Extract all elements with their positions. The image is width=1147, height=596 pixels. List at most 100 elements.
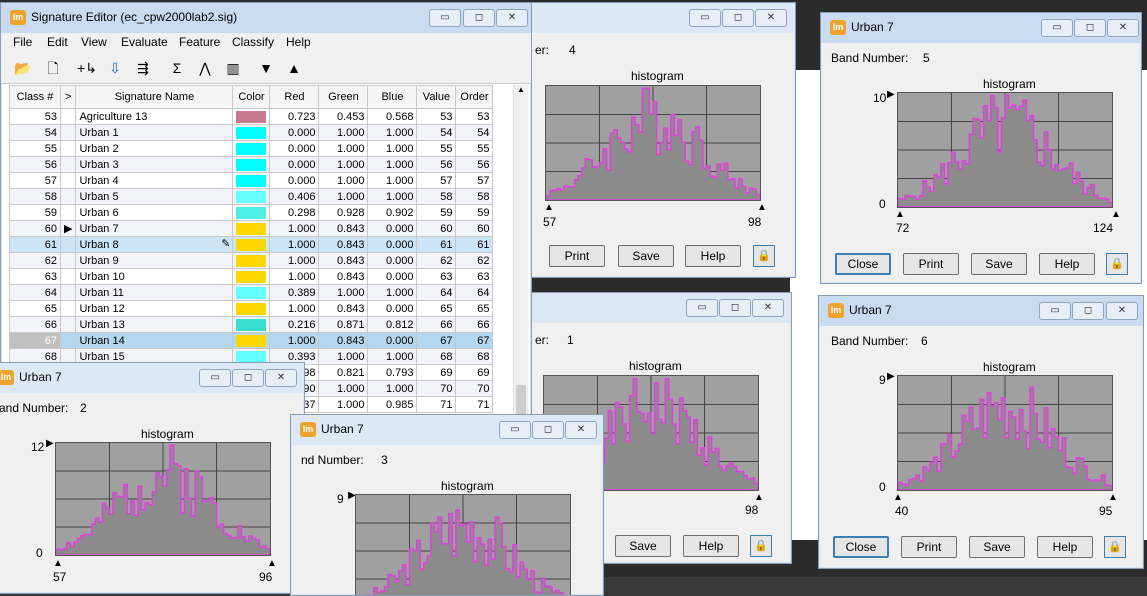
column-header[interactable]: Signature Name: [75, 85, 234, 109]
column-header[interactable]: Red: [269, 85, 320, 109]
blue-cell[interactable]: 0.000: [367, 332, 418, 349]
value-cell[interactable]: 53: [416, 108, 457, 125]
order-cell[interactable]: 59: [455, 204, 494, 221]
green-cell[interactable]: 1.000: [318, 172, 369, 189]
signature-name-cell[interactable]: Urban 13: [75, 316, 234, 333]
class-number-cell[interactable]: 56: [9, 156, 61, 173]
red-cell[interactable]: 0.000: [269, 172, 320, 189]
table-row[interactable]: 67 Urban 14 1.000 0.843 0.000 67 67: [9, 332, 494, 349]
color-swatch[interactable]: [236, 286, 267, 299]
order-cell[interactable]: 56: [455, 156, 494, 173]
lock-icon[interactable]: 🔒: [753, 245, 775, 267]
blue-cell[interactable]: 0.000: [367, 300, 418, 317]
table-row[interactable]: 59 Urban 6 0.298 0.928 0.902 59 59: [9, 204, 494, 221]
signature-name-cell[interactable]: Urban 5: [75, 188, 234, 205]
close-button[interactable]: Close: [835, 253, 891, 275]
row-marker-cell[interactable]: ▶: [59, 220, 77, 237]
red-cell[interactable]: 1.000: [269, 252, 320, 269]
scroll-up-arrow[interactable]: ▲: [514, 85, 528, 94]
signature-name-cell[interactable]: Agriculture 13: [75, 108, 234, 125]
green-cell[interactable]: 1.000: [318, 140, 369, 157]
merge-signatures-icon[interactable]: ⇶: [133, 59, 153, 77]
blue-cell[interactable]: 1.000: [367, 124, 418, 141]
red-cell[interactable]: 0.389: [269, 284, 320, 301]
color-cell[interactable]: [232, 284, 271, 301]
order-cell[interactable]: 62: [455, 252, 494, 269]
class-number-cell[interactable]: 66: [9, 316, 61, 333]
blue-cell[interactable]: 1.000: [367, 172, 418, 189]
red-cell[interactable]: 1.000: [269, 236, 320, 253]
column-header[interactable]: Order: [455, 85, 494, 109]
row-marker-cell[interactable]: [59, 204, 77, 221]
value-cell[interactable]: 57: [416, 172, 457, 189]
column-header[interactable]: Blue: [367, 85, 418, 109]
signature-name-cell[interactable]: Urban 11: [75, 284, 234, 301]
column-header[interactable]: >: [59, 85, 77, 109]
red-cell[interactable]: 0.216: [269, 316, 320, 333]
green-cell[interactable]: 0.871: [318, 316, 369, 333]
blue-cell[interactable]: 0.812: [367, 316, 418, 333]
maximize-button[interactable]: ◻: [719, 299, 751, 317]
blue-cell[interactable]: 1.000: [367, 140, 418, 157]
order-cell[interactable]: 57: [455, 172, 494, 189]
class-number-cell[interactable]: 61: [9, 236, 61, 253]
signature-name-cell[interactable]: Urban 7: [75, 220, 234, 237]
save-button[interactable]: Save: [615, 535, 671, 557]
table-row[interactable]: 53 Agriculture 13 0.723 0.453 0.568 53 53: [9, 108, 494, 125]
value-cell[interactable]: 61: [416, 236, 457, 253]
maximize-button[interactable]: ◻: [232, 369, 264, 387]
blue-cell[interactable]: 1.000: [367, 188, 418, 205]
print-button[interactable]: Print: [903, 253, 959, 275]
green-cell[interactable]: 0.928: [318, 204, 369, 221]
table-row[interactable]: 57 Urban 4 0.000 1.000 1.000 57 57: [9, 172, 494, 189]
class-number-cell[interactable]: 65: [9, 300, 61, 317]
close-window-button[interactable]: ✕: [496, 9, 528, 27]
color-cell[interactable]: [232, 332, 271, 349]
green-cell[interactable]: 1.000: [318, 284, 369, 301]
blue-cell[interactable]: 0.985: [367, 396, 418, 413]
green-cell[interactable]: 1.000: [318, 396, 369, 413]
color-cell[interactable]: [232, 188, 271, 205]
value-cell[interactable]: 60: [416, 220, 457, 237]
blue-cell[interactable]: 1.000: [367, 284, 418, 301]
color-swatch[interactable]: [236, 350, 267, 363]
class-number-cell[interactable]: 63: [9, 268, 61, 285]
class-number-cell[interactable]: 53: [9, 108, 61, 125]
close-window-button[interactable]: ✕: [752, 299, 784, 317]
green-cell[interactable]: 0.843: [318, 332, 369, 349]
order-cell[interactable]: 65: [455, 300, 494, 317]
menu-classify[interactable]: Classify: [232, 35, 274, 49]
color-cell[interactable]: [232, 124, 271, 141]
value-cell[interactable]: 54: [416, 124, 457, 141]
green-cell[interactable]: 1.000: [318, 156, 369, 173]
menu-help[interactable]: Help: [286, 35, 311, 49]
blue-cell[interactable]: 0.568: [367, 108, 418, 125]
color-swatch[interactable]: [236, 318, 267, 331]
value-cell[interactable]: 69: [416, 364, 457, 381]
order-cell[interactable]: 63: [455, 268, 494, 285]
red-cell[interactable]: 0.000: [269, 124, 320, 141]
red-cell[interactable]: 0.000: [269, 140, 320, 157]
column-header[interactable]: Green: [318, 85, 369, 109]
help-button[interactable]: Help: [683, 535, 739, 557]
color-cell[interactable]: [232, 156, 271, 173]
red-cell[interactable]: 0.406: [269, 188, 320, 205]
signature-name-cell[interactable]: Urban 3: [75, 156, 234, 173]
class-number-cell[interactable]: 57: [9, 172, 61, 189]
green-cell[interactable]: 1.000: [318, 348, 369, 365]
value-cell[interactable]: 70: [416, 380, 457, 397]
maximize-button[interactable]: ◻: [532, 421, 564, 439]
table-row[interactable]: 61 Urban 8 ✎ 1.000 0.843 0.000 61 61: [9, 236, 494, 253]
minimize-button[interactable]: ▭: [1039, 302, 1071, 320]
vertical-scrollbar[interactable]: ▲: [513, 85, 528, 421]
menu-view[interactable]: View: [81, 35, 107, 49]
color-cell[interactable]: [232, 108, 271, 125]
color-swatch[interactable]: [236, 222, 267, 235]
color-cell[interactable]: [232, 220, 271, 237]
help-button[interactable]: Help: [1039, 253, 1095, 275]
order-cell[interactable]: 53: [455, 108, 494, 125]
row-marker-cell[interactable]: [59, 300, 77, 317]
color-swatch[interactable]: [236, 142, 267, 155]
table-row[interactable]: 62 Urban 9 1.000 0.843 0.000 62 62: [9, 252, 494, 269]
signature-name-cell[interactable]: Urban 8 ✎: [75, 236, 234, 253]
